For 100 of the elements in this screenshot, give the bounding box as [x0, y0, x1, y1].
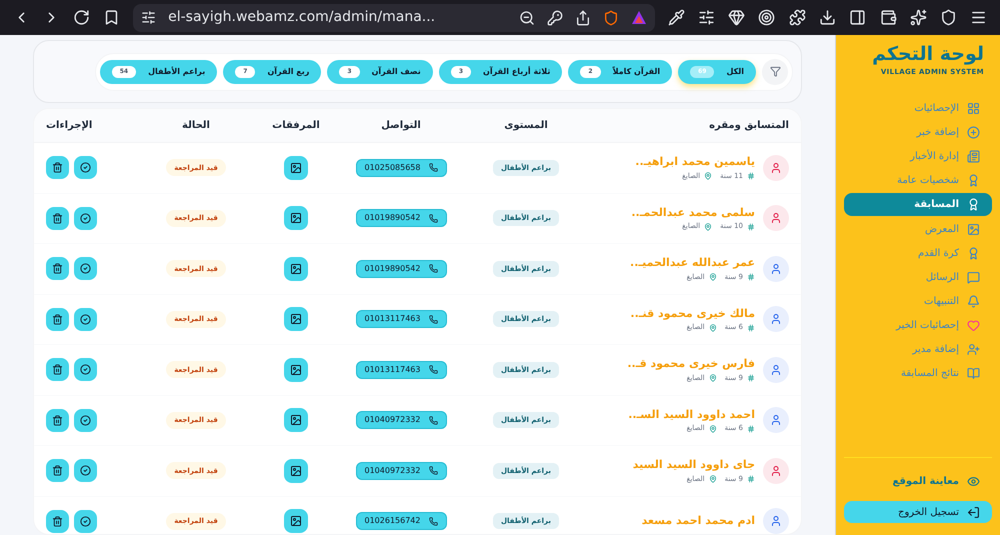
- sidebar-item[interactable]: المسابقة: [844, 193, 992, 216]
- pin-icon: [708, 424, 717, 432]
- trash-icon: [52, 314, 63, 325]
- phone-icon: [428, 163, 438, 172]
- column-header: المستوى: [504, 119, 548, 133]
- hash-icon: [747, 424, 755, 432]
- approve-button[interactable]: [74, 156, 97, 180]
- pin-icon: [704, 172, 712, 180]
- image-icon: [290, 313, 302, 326]
- sidebar-item[interactable]: كرة القدم: [844, 242, 992, 264]
- hash-icon: [747, 222, 755, 230]
- attachment-button[interactable]: [284, 458, 308, 483]
- phone-icon: [428, 516, 438, 526]
- approve-button[interactable]: [74, 206, 97, 230]
- column-header: التواصل: [381, 119, 421, 133]
- sidebar-item[interactable]: التنبيهات: [844, 290, 992, 312]
- delete-button[interactable]: [46, 308, 69, 331]
- approve-button[interactable]: [74, 459, 97, 482]
- url-text: el-sayigh.webamz.com/admin/mana...: [168, 8, 436, 27]
- delete-button[interactable]: [46, 408, 69, 432]
- phone-button[interactable]: 01040972332: [356, 462, 446, 480]
- approve-button[interactable]: [74, 408, 97, 432]
- pin-icon: [708, 324, 717, 332]
- hash-icon: [747, 475, 755, 483]
- sidebar-item[interactable]: إضافة خبر: [844, 121, 992, 144]
- delete-button[interactable]: [46, 206, 69, 230]
- attachment-button[interactable]: [284, 307, 308, 332]
- logout-button[interactable]: تسجيل الخروج: [844, 501, 992, 523]
- contestant-name[interactable]: ادم محمد احمد مسعد: [642, 513, 755, 530]
- triangle-icon[interactable]: [630, 10, 647, 26]
- phone-button[interactable]: 01025085658: [356, 158, 446, 177]
- check-circle-icon: [80, 212, 91, 224]
- check-circle-icon: [80, 263, 91, 274]
- zoom-out-icon[interactable]: [518, 10, 535, 26]
- contestant-name[interactable]: سلمى محمد عبدالحمـ..: [631, 204, 755, 222]
- pin-icon: [704, 222, 712, 230]
- site-settings-icon[interactable]: [141, 10, 156, 25]
- attachment-button[interactable]: [284, 358, 308, 382]
- sidebar-item[interactable]: الإحصائيات: [844, 97, 992, 120]
- phone-button[interactable]: 01019890542: [356, 260, 446, 278]
- sidebar-item[interactable]: نتائج المسابقة: [844, 362, 992, 384]
- phone-button[interactable]: 01040972332: [356, 411, 446, 430]
- column-header: الإجراءات: [46, 119, 92, 133]
- attachment-button[interactable]: [284, 509, 308, 534]
- image-icon: [290, 364, 302, 376]
- phone-icon: [428, 466, 438, 476]
- image-icon: [290, 212, 302, 224]
- image-icon: [290, 464, 302, 477]
- attachment-button[interactable]: [284, 156, 308, 180]
- phone-button[interactable]: 01013117463: [356, 360, 446, 379]
- check-circle-icon: [80, 465, 91, 476]
- image-icon: [290, 162, 302, 174]
- person-icon: [770, 212, 782, 224]
- bell-icon: [967, 294, 980, 308]
- delete-button[interactable]: [46, 156, 69, 180]
- phone-icon: [428, 416, 438, 425]
- sidebar-item[interactable]: المعرض: [844, 218, 992, 240]
- delete-button[interactable]: [46, 257, 69, 280]
- preview-site-link[interactable]: معاينة الموقع: [844, 474, 992, 489]
- phone-button[interactable]: 01019890542: [356, 209, 446, 228]
- key-icon[interactable]: [546, 10, 563, 26]
- sidebar-item[interactable]: الرسائل: [844, 266, 992, 288]
- contestant-name[interactable]: مالك خيرى محمود قنـ..: [630, 306, 755, 322]
- contestant-name[interactable]: جاى داوود السيد السيد: [632, 457, 755, 474]
- image-icon: [290, 414, 302, 426]
- sidebar-item[interactable]: إحصائيات الخير: [844, 314, 992, 336]
- trash-icon: [52, 212, 63, 224]
- delete-button[interactable]: [46, 459, 69, 482]
- approve-button[interactable]: [74, 257, 97, 280]
- image-icon: [290, 515, 302, 528]
- address-bar[interactable]: el-sayigh.webamz.com/admin/mana...: [133, 4, 655, 32]
- share-icon[interactable]: [574, 10, 591, 26]
- approve-button[interactable]: [74, 358, 97, 382]
- column-header: الحالة: [182, 119, 210, 133]
- eye-icon: [967, 475, 980, 488]
- sidebar-item[interactable]: إدارة الأخبار: [844, 145, 992, 168]
- pin-icon: [708, 475, 717, 483]
- approve-button[interactable]: [74, 308, 97, 331]
- sidebar-item[interactable]: إضافة مدير: [844, 338, 992, 360]
- contestant-name[interactable]: عمر عبدالله عبدالحميـ..: [630, 255, 755, 272]
- chat-bubble-icon: [967, 270, 980, 284]
- trash-icon: [52, 364, 63, 376]
- award-ribbon-icon: [967, 174, 980, 187]
- attachment-button[interactable]: [284, 408, 308, 432]
- person-icon: [770, 464, 782, 477]
- delete-button[interactable]: [46, 358, 69, 382]
- contestant-name[interactable]: احمد داوود السيد السـ..: [628, 406, 755, 424]
- approve-button[interactable]: [74, 510, 97, 533]
- contestant-name[interactable]: فارس خيرى محمود قـ..: [627, 356, 755, 373]
- trash-icon: [52, 263, 63, 274]
- sidebar-item[interactable]: شخصيات عامة: [844, 169, 992, 192]
- trash-icon: [52, 414, 63, 426]
- contestant-name[interactable]: ياسمين محمد ابراهيـ..: [635, 154, 755, 171]
- attachment-button[interactable]: [284, 206, 308, 230]
- column-header: المتسابق ومقره: [709, 119, 789, 133]
- phone-button[interactable]: 01013117463: [356, 310, 446, 328]
- attachment-button[interactable]: [284, 256, 308, 281]
- delete-button[interactable]: [46, 510, 69, 533]
- phone-button[interactable]: 01026156742: [356, 512, 446, 530]
- check-circle-icon: [80, 364, 91, 376]
